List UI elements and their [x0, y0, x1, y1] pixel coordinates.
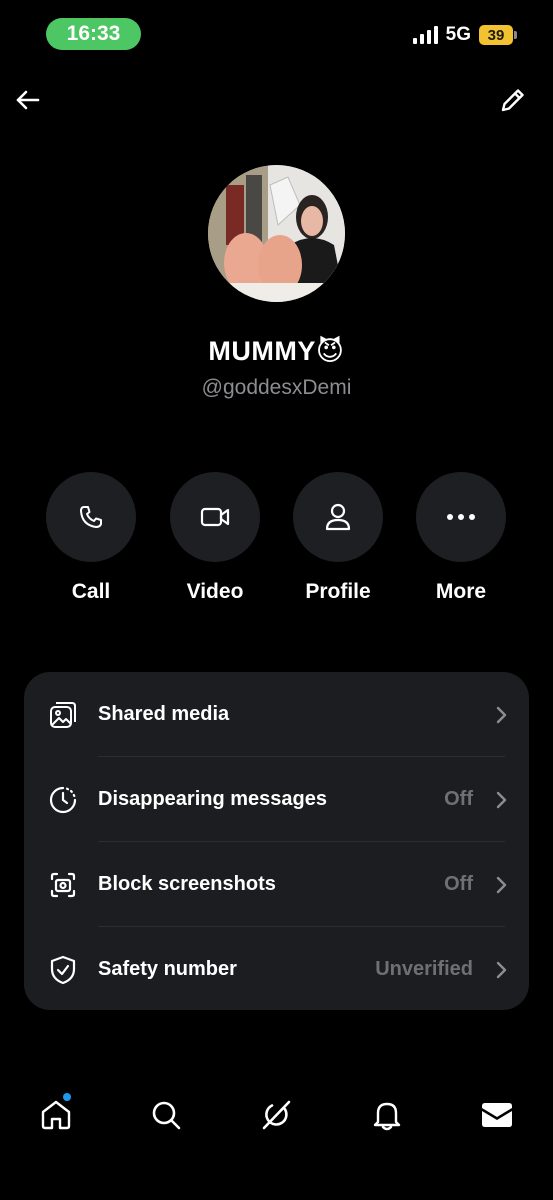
timer-icon	[48, 785, 78, 815]
call-circle[interactable]	[46, 472, 136, 562]
profile-button[interactable]: Profile	[288, 472, 388, 604]
more-circle[interactable]	[416, 472, 506, 562]
gallery-icon	[48, 700, 78, 730]
signal-icon	[412, 26, 438, 44]
bottom-tab-bar	[0, 1090, 553, 1140]
safety-number-label: Safety number	[98, 958, 237, 980]
username-handle: @goddesxDemi	[201, 376, 352, 399]
envelope-icon	[482, 1103, 512, 1127]
tab-home[interactable]	[31, 1090, 81, 1140]
shield-check-icon	[48, 955, 78, 985]
tab-notifications[interactable]	[362, 1090, 412, 1140]
battery-level: 39	[487, 26, 505, 44]
safety-number-row[interactable]: Safety number Unverified	[24, 927, 529, 1012]
shared-media-row[interactable]: Shared media	[24, 672, 529, 757]
chevron-right-icon	[493, 960, 509, 980]
grok-icon	[262, 1100, 291, 1130]
chevron-right-icon	[493, 705, 509, 725]
back-button[interactable]	[6, 78, 50, 122]
video-circle[interactable]	[170, 472, 260, 562]
block-screenshots-value: Off	[444, 873, 473, 895]
person-icon	[325, 503, 351, 531]
avatar-photo	[208, 165, 345, 302]
display-name: MUMMY😈	[208, 336, 345, 366]
block-screenshots-row[interactable]: Block screenshots Off	[24, 842, 529, 927]
chevron-right-icon	[493, 790, 509, 810]
video-button[interactable]: Video	[165, 472, 265, 604]
settings-card: Shared media Disappearing messages Off B…	[24, 672, 529, 1010]
pencil-icon	[501, 89, 524, 112]
edit-button[interactable]	[491, 78, 535, 122]
chevron-right-icon	[493, 875, 509, 895]
status-time: 16:33	[66, 22, 121, 45]
call-label: Call	[71, 580, 111, 603]
status-bar: 16:33 5G 39	[0, 18, 553, 54]
arrow-left-icon	[16, 90, 40, 110]
avatar[interactable]	[208, 165, 345, 302]
call-button[interactable]: Call	[41, 472, 141, 604]
screenshot-icon	[48, 870, 78, 900]
profile-circle[interactable]	[293, 472, 383, 562]
safety-number-value: Unverified	[375, 958, 473, 980]
tab-search[interactable]	[141, 1090, 191, 1140]
disappearing-messages-label: Disappearing messages	[98, 788, 327, 810]
profile-label: Profile	[305, 580, 371, 603]
status-indicators: 5G 39	[412, 24, 517, 46]
ellipsis-icon	[447, 514, 475, 520]
more-label: More	[435, 580, 487, 603]
disappearing-messages-value: Off	[444, 788, 473, 810]
bell-icon	[373, 1102, 401, 1131]
home-icon	[41, 1100, 71, 1130]
block-screenshots-label: Block screenshots	[98, 873, 276, 895]
tab-messages[interactable]	[472, 1090, 522, 1140]
disappearing-messages-row[interactable]: Disappearing messages Off	[24, 757, 529, 842]
notification-badge	[63, 1093, 71, 1101]
phone-icon	[80, 506, 102, 528]
tab-grok[interactable]	[251, 1090, 301, 1140]
battery-icon: 39	[479, 25, 517, 45]
video-camera-icon	[200, 507, 230, 527]
video-label: Video	[186, 580, 244, 603]
time-pill: 16:33	[46, 18, 141, 50]
network-type: 5G	[445, 24, 471, 45]
shared-media-label: Shared media	[98, 703, 230, 725]
search-icon	[152, 1101, 181, 1130]
more-button[interactable]: More	[411, 472, 511, 604]
